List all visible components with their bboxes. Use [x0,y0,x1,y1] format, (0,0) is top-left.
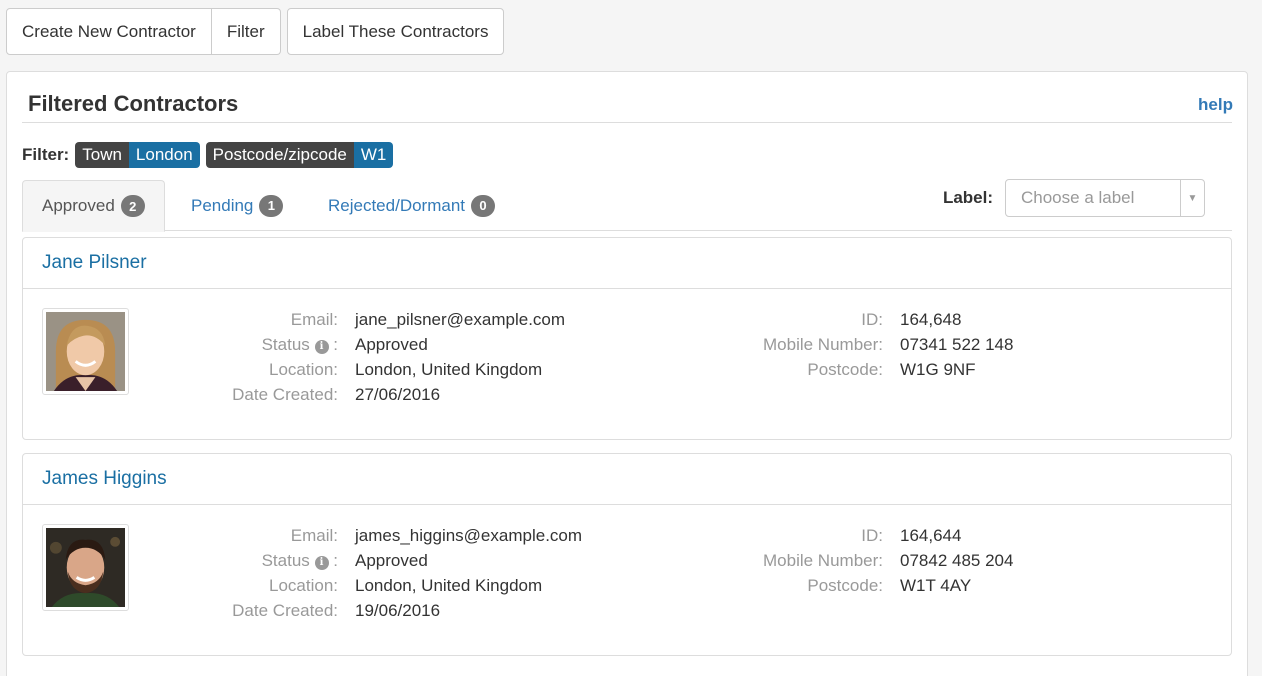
location-value: London, United Kingdom [355,576,543,595]
avatar-photo-man [46,528,125,607]
tab-count-badge: 0 [471,194,496,217]
info-icon[interactable]: i [314,556,329,570]
id-value: 164,648 [900,310,962,329]
date-created-label: Date Created: [232,601,338,620]
tab-label: Approved [42,196,115,215]
contractor-details-right: ID: 164,648 Mobile Number: 07341 522 148… [723,309,1013,381]
date-created-label: Date Created: [232,385,338,404]
status-label-colon: : [333,335,338,354]
filtered-contractors-panel: Filtered Contractors help Filter: Town L… [6,71,1248,676]
email-value: jane_pilsner@example.com [355,310,566,329]
tab-count-badge: 2 [120,195,145,217]
avatar [42,524,129,611]
help-link[interactable]: help [1198,95,1233,115]
tab-count-badge: 1 [259,194,284,217]
toolbar: Create New Contractor Filter Label These… [6,8,505,55]
toolbar-button-group: Create New Contractor Filter [6,8,281,55]
filter-chip-value: W1 [353,142,394,168]
postcode-value: W1T 4AY [900,576,972,595]
tab-label: Rejected/Dormant [328,195,466,215]
mobile-value: 07341 522 148 [900,335,1014,354]
contractor-card: James Higgins Email: james_higgins@examp… [22,453,1232,656]
filter-chip-value: London [128,142,200,168]
email-value: james_higgins@example.com [355,526,583,545]
contractor-card: Jane Pilsner Email: jane_pilsner@example… [22,237,1232,440]
avatar [42,308,129,395]
location-value: London, United Kingdom [355,360,543,379]
location-label: Location: [269,360,338,379]
label-filter: Label: Choose a label ▼ [943,179,1205,217]
postcode-label: Postcode: [807,360,883,379]
page-title: Filtered Contractors [28,91,239,116]
filter-chip-postcode[interactable]: Postcode/zipcode W1 [205,142,394,168]
status-label-text: Status [261,335,310,354]
postcode-value: W1G 9NF [900,360,976,379]
label-select[interactable]: Choose a label ▼ [1005,179,1205,217]
id-value: 164,644 [900,526,962,545]
status-label-text: Status [261,551,310,570]
mobile-label: Mobile Number: [763,335,883,354]
filter-label: Filter: [22,145,70,164]
status-label: Status i : [173,550,338,572]
id-label: ID: [861,310,883,329]
filter-button[interactable]: Filter [211,8,281,55]
id-label: ID: [861,526,883,545]
label-contractors-button[interactable]: Label These Contractors [286,8,505,55]
tab-pending[interactable]: Pending 1 [172,180,302,231]
label-select-label: Label: [942,188,993,207]
date-created-value: 19/06/2016 [355,601,441,620]
create-contractor-button[interactable]: Create New Contractor [6,8,212,55]
tab-approved[interactable]: Approved 2 [22,180,165,232]
filter-chip-key: Postcode/zipcode [205,142,354,168]
status-label: Status i : [173,334,338,356]
info-icon[interactable]: i [314,340,329,354]
date-created-value: 27/06/2016 [355,385,441,404]
filter-chip-key: Town [75,142,129,168]
status-value: Approved [355,335,428,354]
label-select-placeholder: Choose a label [1021,188,1135,207]
filter-chip-town[interactable]: Town London [75,142,200,168]
contractor-details-left: Email: james_higgins@example.com Status … [173,525,582,622]
contractor-card-header: James Higgins [23,454,1231,505]
contractor-details-right: ID: 164,644 Mobile Number: 07842 485 204… [723,525,1013,597]
contractor-details-left: Email: jane_pilsner@example.com Status i… [173,309,565,406]
contractor-name-link[interactable]: Jane Pilsner [42,252,147,274]
status-label-colon: : [333,551,338,570]
mobile-label: Mobile Number: [763,551,883,570]
contractor-card-body: Email: jane_pilsner@example.com Status i… [23,289,1231,439]
chevron-down-icon[interactable]: ▼ [1180,180,1204,216]
tab-label: Pending [191,195,254,215]
contractor-card-header: Jane Pilsner [23,238,1231,289]
active-filters: Filter: Town London Postcode/zipcode W1 [22,142,394,168]
email-label: Email: [290,526,338,545]
location-label: Location: [269,576,338,595]
postcode-label: Postcode: [807,576,883,595]
contractor-card-body: Email: james_higgins@example.com Status … [23,505,1231,655]
tab-rejected-dormant[interactable]: Rejected/Dormant 0 [309,180,514,231]
mobile-value: 07842 485 204 [900,551,1014,570]
status-value: Approved [355,551,428,570]
avatar-photo-woman [46,312,125,391]
contractor-name-link[interactable]: James Higgins [42,468,167,490]
panel-heading: Filtered Contractors help [22,72,1233,123]
email-label: Email: [290,310,338,329]
